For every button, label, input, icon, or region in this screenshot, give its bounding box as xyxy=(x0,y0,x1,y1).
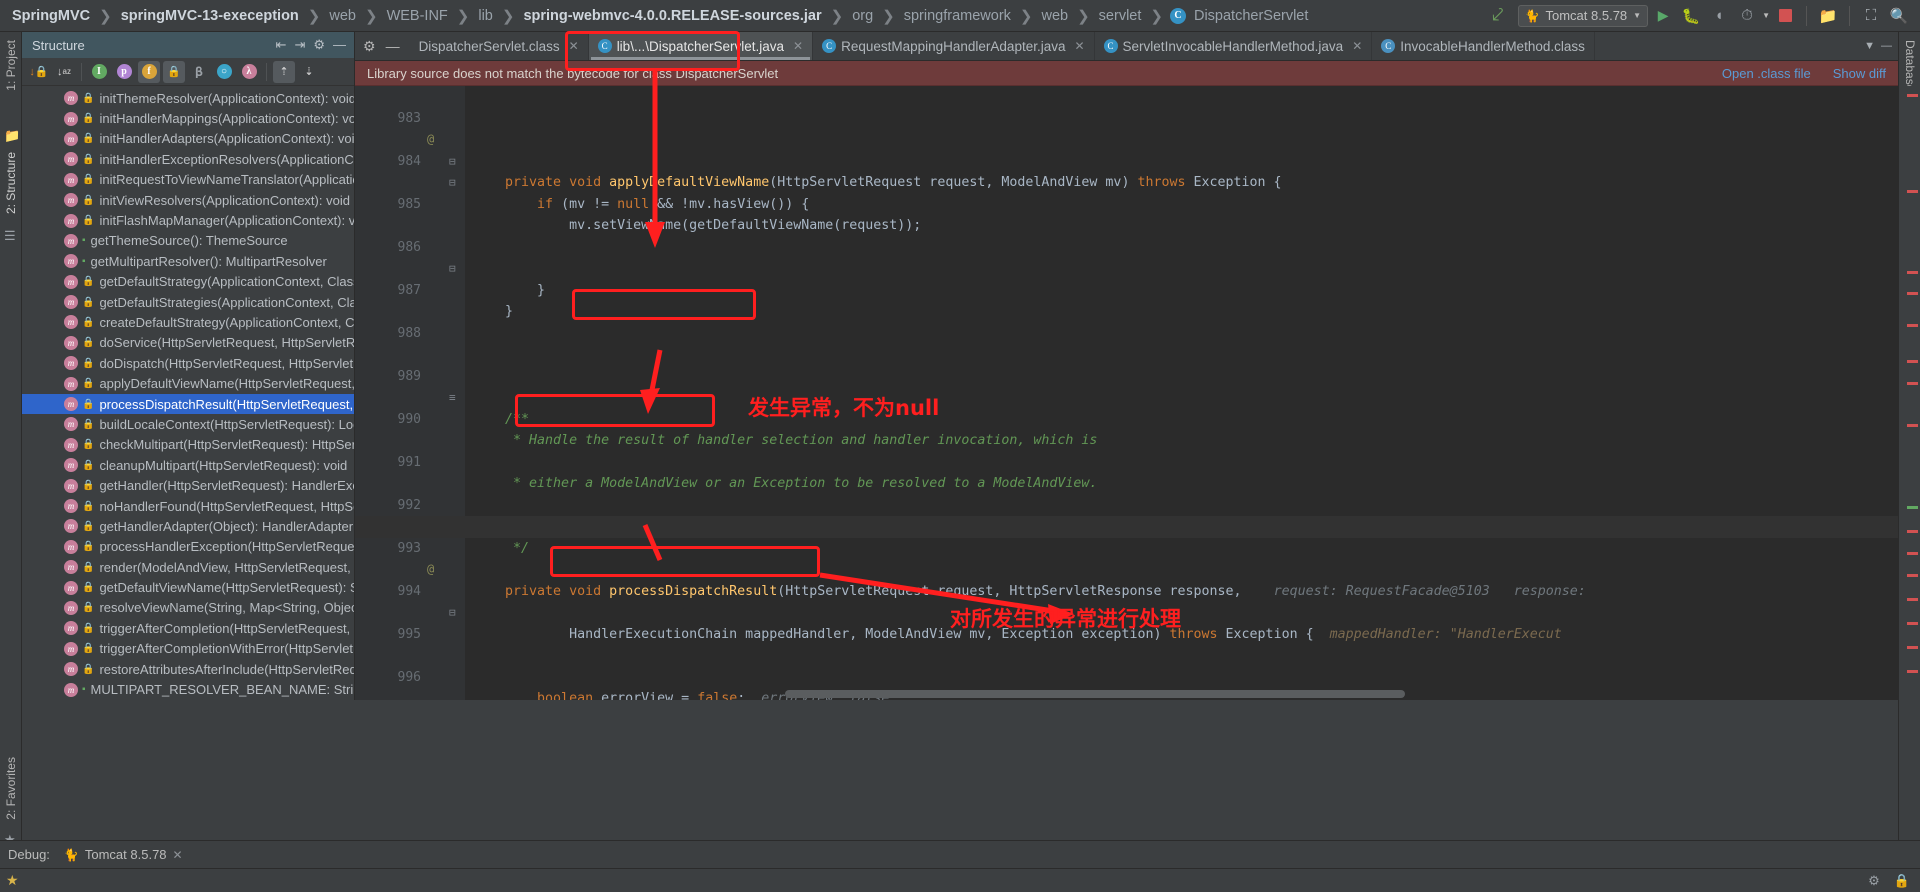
lock-icon[interactable]: 🔒 xyxy=(1894,873,1910,889)
annotation-box-tab xyxy=(565,31,740,71)
debug-label: Debug: xyxy=(8,847,50,862)
ide-window: SpringMVC ❯ springMVC-13-exeception ❯ we… xyxy=(0,0,1920,892)
gear-icon[interactable]: ⚙ xyxy=(1868,873,1880,889)
favorites-star-icon[interactable]: ★ xyxy=(0,872,19,889)
debug-session-label: Tomcat 8.5.78 xyxy=(84,847,167,862)
tomcat-icon: 🐈 xyxy=(63,847,79,862)
debug-tool-window-bar: Debug: 🐈 Tomcat 8.5.78 ✕ xyxy=(0,840,1920,868)
status-bar-right: ⚙ 🔒 xyxy=(1868,873,1920,889)
annotation-box-method-name xyxy=(572,289,756,320)
close-icon[interactable]: ✕ xyxy=(173,848,183,862)
debug-session-tab[interactable]: 🐈 Tomcat 8.5.78 ✕ xyxy=(64,847,183,862)
annotation-box-exception-check xyxy=(515,394,715,427)
status-bar: ★ ⚙ 🔒 xyxy=(0,868,1920,892)
annotation-box-process-handler-exception xyxy=(550,546,820,577)
annotation-overlay xyxy=(640,70,1074,624)
annotation-note-exception: 发生异常，不为null xyxy=(748,396,940,420)
annotation-note-handle: 对所发生的异常进行处理 xyxy=(950,607,1181,631)
